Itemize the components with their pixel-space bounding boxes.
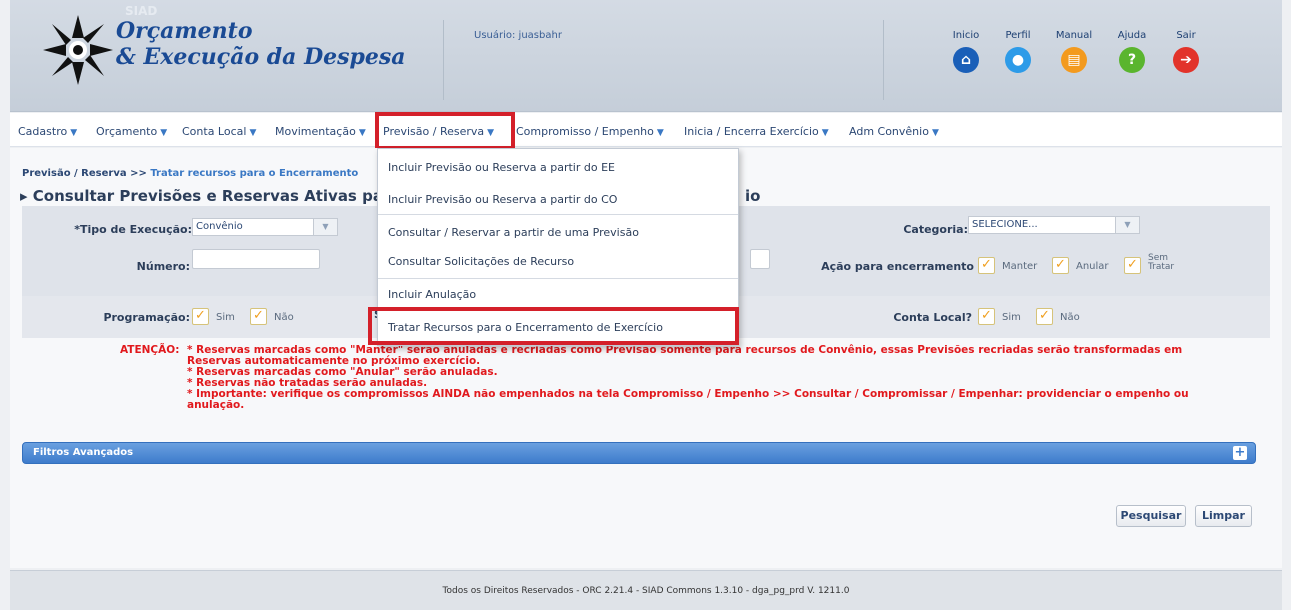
user-icon[interactable]: ● [1005, 47, 1031, 73]
app-title-line1: Orçamento [116, 18, 253, 44]
dropdown-item-incluir-anulacao[interactable]: Incluir Anulação [388, 288, 476, 301]
numero-label: Número: [136, 260, 190, 273]
siad-label: SIAD [125, 4, 158, 18]
sem-tratar-checkbox[interactable]: ✓ [1124, 257, 1141, 274]
programacao-sim-checkbox[interactable]: ✓ [192, 308, 209, 325]
chevron-down-icon: ▼ [249, 128, 257, 138]
nav-ajuda[interactable]: Ajuda ? [1110, 30, 1154, 73]
nav-label: Manual [1055, 30, 1093, 41]
page-title: ▸ Consultar Previsões e Reservas Ativas … [20, 187, 383, 205]
hidden-input-edge[interactable] [750, 249, 770, 269]
header-divider [883, 20, 884, 100]
breadcrumb-parent[interactable]: Previsão / Reserva >> [22, 168, 150, 179]
dropdown-item-incluir-ee[interactable]: Incluir Previsão ou Reserva a partir do … [388, 161, 615, 174]
nao-label: Não [1060, 312, 1080, 323]
chevron-down-icon: ▼ [358, 128, 366, 138]
menu-movimentacao[interactable]: Movimentação ▼ [275, 125, 366, 138]
manter-checkbox[interactable]: ✓ [978, 257, 995, 274]
nav-label: Ajuda [1117, 30, 1147, 41]
nav-perfil[interactable]: Perfil ● [996, 30, 1040, 73]
search-button[interactable]: Pesquisar [1116, 505, 1186, 527]
conta-local-nao-checkbox[interactable]: ✓ [1036, 308, 1053, 325]
footer: Todos os Direitos Reservados - ORC 2.21.… [10, 570, 1282, 610]
header-divider [443, 20, 444, 100]
menu-compromisso-empenho[interactable]: Compromisso / Empenho ▼ [516, 125, 664, 138]
sem-tratar-label: Sem Tratar [1148, 253, 1175, 272]
menu-label: Cadastro [18, 125, 68, 138]
numero-input[interactable] [192, 249, 320, 269]
chevron-down-icon[interactable]: ▼ [1115, 217, 1139, 233]
menu-cadastro[interactable]: Cadastro ▼ [18, 125, 77, 138]
categoria-label: Categoria: [903, 223, 968, 236]
chevron-down-icon: ▼ [70, 128, 78, 138]
nao-label: Não [274, 312, 294, 323]
menu-label: Orçamento [96, 125, 158, 138]
app-title-line2: & Execução da Despesa [116, 44, 406, 70]
conta-local-label: Conta Local? [893, 311, 972, 324]
menu-inicia-encerra[interactable]: Inicia / Encerra Exercício ▼ [684, 125, 829, 138]
advanced-filters-panel[interactable]: Filtros Avançados + [22, 442, 1256, 464]
menu-label: Movimentação [275, 125, 356, 138]
menu-conta-local[interactable]: Conta Local ▼ [182, 125, 256, 138]
sim-label: Sim [1002, 312, 1021, 323]
chevron-down-icon: ▼ [656, 128, 664, 138]
acao-encerramento-label: Ação para encerramento [821, 260, 974, 273]
menu-adm-convenio[interactable]: Adm Convênio ▼ [849, 125, 939, 138]
menu-orcamento[interactable]: Orçamento ▼ [96, 125, 167, 138]
tipo-execucao-label: *Tipo de Execução: [74, 223, 192, 236]
menu-label: Inicia / Encerra Exercício [684, 125, 819, 138]
breadcrumb-current: Tratar recursos para o Encerramento [150, 168, 359, 179]
page-title-left: ▸ Consultar Previsões e Reservas Ativas … [20, 187, 383, 205]
dropdown-divider [378, 278, 738, 279]
main-menu: Cadastro ▼ Orçamento ▼ Conta Local ▼ Movime… [10, 113, 1282, 147]
home-icon[interactable]: ⌂ [953, 47, 979, 73]
highlight-box-menu [375, 112, 515, 150]
dropdown-item-incluir-co[interactable]: Incluir Previsão ou Reserva a partir do … [388, 193, 617, 206]
breadcrumb: Previsão / Reserva >> Tratar recursos pa… [22, 168, 358, 179]
nav-label: Inicio [952, 30, 980, 41]
book-icon[interactable]: ▤ [1061, 47, 1087, 73]
categoria-value: SELECIONE... [972, 219, 1038, 230]
help-icon[interactable]: ? [1119, 47, 1145, 73]
warning-line: anulação. [187, 399, 245, 411]
dropdown-item-consultar-reservar[interactable]: Consultar / Reservar a partir de uma Pre… [388, 226, 639, 239]
chevron-down-icon: ▼ [160, 128, 168, 138]
app-header: SIAD Orçamento & Execução da Despesa Usu… [10, 0, 1282, 112]
warning-line: * Importante: verifique os compromissos … [187, 388, 1189, 400]
clear-button[interactable]: Limpar [1195, 505, 1252, 527]
chevron-down-icon[interactable]: ▼ [313, 219, 337, 235]
programacao-nao-checkbox[interactable]: ✓ [250, 308, 267, 325]
logo-icon [43, 15, 113, 85]
page-title-right: io [745, 187, 761, 205]
app-title: Orçamento & Execução da Despesa [116, 18, 406, 70]
programacao-label: Programação: [103, 311, 190, 324]
anular-checkbox[interactable]: ✓ [1052, 257, 1069, 274]
nav-label: Perfil [1005, 30, 1031, 41]
sim-label: Sim [216, 312, 235, 323]
tipo-execucao-value: Convênio [196, 221, 243, 232]
chevron-down-icon: ▼ [821, 128, 829, 138]
nav-label: Sair [1176, 30, 1196, 41]
nav-sair[interactable]: Sair ➔ [1164, 30, 1208, 73]
dropdown-item-consultar-solicitacoes[interactable]: Consultar Solicitações de Recurso [388, 255, 574, 268]
warning-lines: * Reservas marcadas como "Manter" serão … [187, 345, 1247, 411]
nav-inicio[interactable]: Inicio ⌂ [944, 30, 988, 73]
advanced-filters-title: Filtros Avançados [33, 447, 134, 458]
manter-label: Manter [1002, 261, 1038, 272]
user-label: Usuário: juasbahr [474, 30, 562, 41]
nav-manual[interactable]: Manual ▤ [1052, 30, 1096, 73]
categoria-select[interactable]: SELECIONE... ▼ [968, 216, 1140, 234]
menu-label: Adm Convênio [849, 125, 929, 138]
menu-label: Compromisso / Empenho [516, 125, 654, 138]
chevron-down-icon: ▼ [931, 128, 939, 138]
expand-plus-icon[interactable]: + [1233, 446, 1247, 460]
highlight-box-dropdown-item [368, 307, 739, 345]
conta-local-sim-checkbox[interactable]: ✓ [978, 308, 995, 325]
menu-label: Conta Local [182, 125, 247, 138]
warning-label: ATENÇÃO: [120, 344, 180, 356]
tipo-execucao-select[interactable]: Convênio ▼ [192, 218, 338, 236]
exit-icon[interactable]: ➔ [1173, 47, 1199, 73]
anular-label: Anular [1076, 261, 1109, 272]
dropdown-divider [378, 214, 738, 215]
